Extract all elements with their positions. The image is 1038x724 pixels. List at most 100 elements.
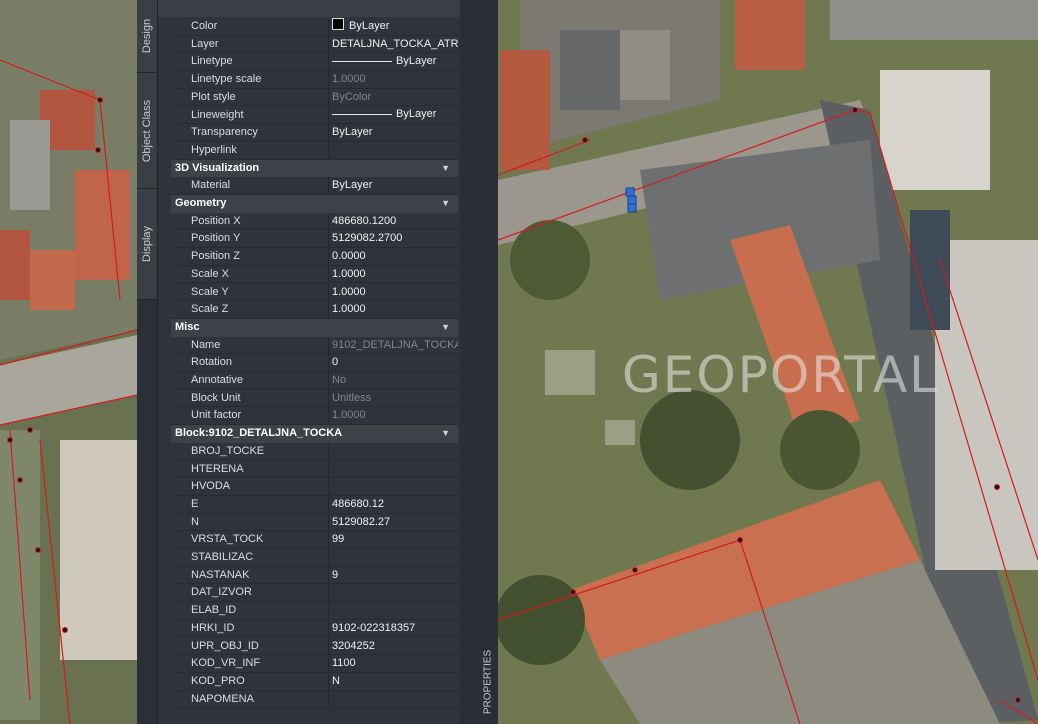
- property-row-broj-tocke[interactable]: BROJ_TOCKE: [171, 442, 458, 461]
- palette-header: [158, 0, 460, 17]
- property-row-hterena[interactable]: HTERENA: [171, 460, 458, 479]
- property-value[interactable]: [329, 602, 458, 619]
- property-row-scale-z[interactable]: Scale Z 1.0000: [171, 301, 458, 319]
- property-row-scale-y[interactable]: Scale Y 1.0000: [171, 283, 458, 302]
- section-header-misc[interactable]: Misc ▼: [171, 318, 458, 337]
- property-value[interactable]: [329, 549, 458, 566]
- property-value[interactable]: 9102-022318357: [329, 620, 458, 637]
- property-row-nastanak[interactable]: NASTANAK 9: [171, 566, 458, 585]
- property-row-napomena[interactable]: NAPOMENA: [171, 690, 458, 709]
- property-key: Rotation: [171, 354, 329, 371]
- section-header-viz[interactable]: 3D Visualization ▼: [171, 159, 458, 178]
- property-key: Position X: [171, 212, 329, 230]
- line-sample-icon: [332, 61, 392, 63]
- property-row-hyperlink[interactable]: Hyperlink: [171, 141, 458, 160]
- collapse-caret-icon[interactable]: ▼: [441, 425, 450, 443]
- property-value[interactable]: ByLayer: [329, 177, 458, 194]
- property-value[interactable]: [329, 691, 458, 708]
- tab-display[interactable]: Display: [137, 189, 157, 300]
- property-value[interactable]: 1.0000: [329, 266, 458, 283]
- property-row-annotative[interactable]: Annotative No: [171, 372, 458, 390]
- property-value[interactable]: Unitless: [329, 390, 458, 407]
- property-value[interactable]: [329, 461, 458, 478]
- property-row-plot-style[interactable]: Plot style ByColor: [171, 88, 458, 107]
- property-value[interactable]: ByLayer: [329, 124, 458, 141]
- property-value[interactable]: ByColor: [329, 89, 458, 106]
- property-row-rotation[interactable]: Rotation 0: [171, 354, 458, 372]
- property-key: Annotative: [171, 372, 329, 389]
- property-row-color[interactable]: Color ByLayer: [171, 18, 458, 36]
- property-value[interactable]: 1.0000: [329, 301, 458, 318]
- property-value[interactable]: 486680.12: [329, 496, 458, 513]
- collapse-caret-icon[interactable]: ▼: [441, 195, 450, 213]
- property-value[interactable]: 3204252: [329, 638, 458, 655]
- property-row-unit-factor[interactable]: Unit factor 1.0000: [171, 407, 458, 426]
- property-row-hrki-id[interactable]: HRKI_ID 9102-022318357: [171, 619, 458, 638]
- property-row-lineweight[interactable]: Lineweight ByLayer: [171, 106, 458, 125]
- property-row-elab-id[interactable]: ELAB_ID: [171, 602, 458, 620]
- property-row-position-z[interactable]: Position Z 0.0000: [171, 248, 458, 266]
- property-value[interactable]: 9102_DETALJNA_TOCKA: [329, 337, 458, 354]
- palette-side-tabs: Design Object Class Display: [137, 0, 157, 724]
- property-row-vrsta-tock[interactable]: VRSTA_TOCK 99: [171, 531, 458, 549]
- property-value[interactable]: 0.0000: [329, 248, 458, 265]
- property-key: KOD_VR_INF: [171, 655, 329, 672]
- property-value[interactable]: 99: [329, 531, 458, 548]
- property-value[interactable]: 5129082.27: [329, 514, 458, 531]
- property-key: HVODA: [171, 478, 329, 495]
- property-row-linetype-scale[interactable]: Linetype scale 1.0000: [171, 71, 458, 89]
- property-row-hvoda[interactable]: HVODA: [171, 478, 458, 496]
- property-row-transparency[interactable]: Transparency ByLayer: [171, 124, 458, 142]
- property-key: N: [171, 513, 329, 531]
- property-row-kod-pro[interactable]: KOD_PRO N: [171, 672, 458, 691]
- property-key: Position Z: [171, 248, 329, 265]
- property-row-name[interactable]: Name 9102_DETALJNA_TOCKA: [171, 336, 458, 355]
- property-value[interactable]: ByLayer: [329, 53, 458, 70]
- property-key: E: [171, 495, 329, 513]
- property-row-upr-obj-id[interactable]: UPR_OBJ_ID 3204252: [171, 637, 458, 656]
- collapse-caret-icon[interactable]: ▼: [441, 319, 450, 337]
- property-row-scale-x[interactable]: Scale X 1.0000: [171, 265, 458, 284]
- property-value[interactable]: 1.0000: [329, 71, 458, 88]
- property-value[interactable]: ByLayer: [329, 18, 458, 35]
- property-value[interactable]: 1100: [329, 655, 458, 672]
- property-key: Transparency: [171, 124, 329, 141]
- property-row-material[interactable]: Material ByLayer: [171, 177, 458, 195]
- property-value[interactable]: No: [329, 372, 458, 389]
- section-header-geometry[interactable]: Geometry ▼: [171, 195, 458, 213]
- property-row-n[interactable]: N 5129082.27: [171, 513, 458, 532]
- section-header-block[interactable]: Block:9102_DETALJNA_TOCKA ▼: [171, 425, 458, 443]
- property-key: DAT_IZVOR: [171, 584, 329, 602]
- tab-object-class[interactable]: Object Class: [137, 73, 157, 189]
- property-value[interactable]: 1.0000: [329, 407, 458, 424]
- property-value[interactable]: [329, 142, 458, 159]
- property-value[interactable]: [329, 478, 458, 495]
- property-value[interactable]: [329, 584, 458, 601]
- collapse-caret-icon[interactable]: ▼: [441, 160, 450, 178]
- property-key: KOD_PRO: [171, 672, 329, 690]
- property-key: HRKI_ID: [171, 619, 329, 637]
- property-value[interactable]: DETALJNA_TOCKA_ATR: [329, 36, 458, 53]
- tab-design[interactable]: Design: [137, 0, 157, 73]
- property-row-linetype[interactable]: Linetype ByLayer: [171, 53, 458, 72]
- properties-tab[interactable]: PROPERTIES: [477, 640, 498, 724]
- property-value[interactable]: 0: [329, 354, 458, 371]
- property-row-kod-vr-inf[interactable]: KOD_VR_INF 1100: [171, 655, 458, 673]
- property-value[interactable]: 5129082.2700: [329, 230, 458, 247]
- property-value[interactable]: 1.0000: [329, 284, 458, 301]
- property-key: Linetype: [171, 53, 329, 71]
- property-row-stabilizac[interactable]: STABILIZAC: [171, 549, 458, 567]
- property-key: NASTANAK: [171, 566, 329, 584]
- property-value[interactable]: N: [329, 673, 458, 690]
- property-value[interactable]: 486680.1200: [329, 213, 458, 230]
- properties-palette: Color ByLayer Layer DETALJNA_TOCKA_ATR Linet…: [157, 0, 461, 724]
- property-row-layer[interactable]: Layer DETALJNA_TOCKA_ATR: [171, 35, 458, 54]
- property-row-dat-izvor[interactable]: DAT_IZVOR: [171, 584, 458, 603]
- property-value[interactable]: ByLayer: [329, 107, 458, 124]
- property-row-e[interactable]: E 486680.12: [171, 495, 458, 514]
- property-value[interactable]: 9: [329, 567, 458, 584]
- property-row-position-x[interactable]: Position X 486680.1200: [171, 212, 458, 231]
- property-row-block-unit[interactable]: Block Unit Unitless: [171, 389, 458, 408]
- property-value[interactable]: [329, 443, 458, 460]
- property-row-position-y[interactable]: Position Y 5129082.2700: [171, 230, 458, 249]
